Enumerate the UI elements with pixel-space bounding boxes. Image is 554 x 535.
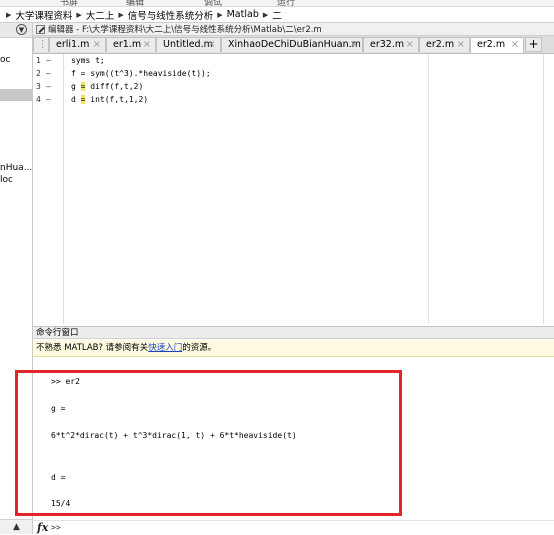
- right-margin-line: [428, 54, 429, 324]
- code-line[interactable]: g = diff(f,t,2): [71, 82, 143, 91]
- tab-label: er32.m: [370, 39, 405, 50]
- code-line[interactable]: f = sym((t^3).*heaviside(t));: [71, 69, 211, 78]
- close-icon[interactable]: ×: [406, 38, 414, 52]
- toolbar-strip: 书屏 编辑 调试 运行: [0, 0, 554, 7]
- close-icon[interactable]: ×: [93, 38, 101, 52]
- close-icon[interactable]: ×: [208, 38, 216, 52]
- line-number: 3–: [36, 82, 51, 91]
- line-number: 2–: [36, 69, 51, 78]
- panel-menu-icon[interactable]: ▼: [16, 24, 27, 35]
- tab-label: er2.m: [426, 39, 455, 50]
- chevron-right-icon: ▶: [76, 10, 82, 19]
- tab-label: Untitled.m: [163, 39, 213, 50]
- tab-label: XinhaoDeChiDuBianHuan.m: [228, 39, 361, 50]
- command-prompt[interactable]: >>: [51, 523, 61, 532]
- chevron-right-icon: ▶: [262, 10, 269, 19]
- tab-er2[interactable]: er2.m ×: [419, 37, 470, 52]
- line-number-gutter: 1– 2– 3– 4–: [33, 54, 64, 324]
- panel-header: ▼: [0, 23, 32, 38]
- file-item[interactable]: loc: [0, 175, 13, 185]
- chevron-right-icon: ▶: [217, 10, 223, 19]
- editor-scrollbar[interactable]: [543, 54, 554, 324]
- command-prompt-bar[interactable]: fx >>: [33, 520, 554, 535]
- line-number: 4–: [36, 95, 51, 104]
- editor-title-bar: 编辑器 - F:\大学课程资料\大二上\信号与线性系统分析\Matlab\二\e…: [33, 23, 554, 36]
- command-window-title: 命令行窗口: [33, 326, 554, 339]
- function-browser-icon[interactable]: fx: [37, 521, 48, 534]
- toolbar-label: 调试: [204, 0, 223, 7]
- breadcrumb-item[interactable]: 大二上: [86, 8, 115, 22]
- tab-er32[interactable]: er32.m ×: [363, 37, 419, 52]
- panel-footer: ▲: [0, 519, 32, 534]
- chevron-up-icon[interactable]: ▲: [13, 522, 20, 532]
- line-number: 1–: [36, 56, 51, 65]
- banner-text: 的资源。: [182, 343, 217, 353]
- file-item-selected[interactable]: [0, 89, 32, 101]
- code-editor[interactable]: 1– 2– 3– 4– syms t; f = sym((t^3).*heavi…: [33, 54, 554, 324]
- tab-er1[interactable]: er1.m ×: [106, 37, 156, 52]
- tab-label: erli1.m: [56, 39, 90, 50]
- editor-icon: [36, 24, 45, 34]
- getting-started-banner: 不熟悉 MATLAB? 请参阅有关快速入门的资源。: [33, 340, 554, 357]
- code-line[interactable]: d = int(f,t,1,2): [71, 95, 148, 104]
- banner-text: 不熟悉 MATLAB? 请参阅有关: [36, 343, 149, 353]
- editor-title: 编辑器 - F:\大学课程资料\大二上\信号与线性系统分析\Matlab\二\e…: [48, 25, 322, 35]
- chevron-right-icon: ▶: [118, 10, 124, 19]
- close-icon[interactable]: ×: [511, 38, 519, 52]
- quick-start-link[interactable]: 快速入门: [148, 343, 182, 353]
- annotation-box: [15, 370, 402, 516]
- tab-erli1[interactable]: erli1.m ×: [49, 37, 106, 52]
- close-icon[interactable]: ×: [143, 38, 151, 52]
- chevron-right-icon: ▶: [6, 10, 12, 19]
- tab-overflow[interactable]: ⋮: [33, 37, 49, 52]
- toolbar-label: 书屏: [60, 0, 79, 7]
- breadcrumb-item[interactable]: 大学课程资料: [15, 8, 72, 22]
- breadcrumb-item[interactable]: 二: [272, 8, 282, 22]
- file-item[interactable]: oc: [0, 55, 10, 65]
- breadcrumb: ▶ 大学课程资料 ▶ 大二上 ▶ 信号与线性系统分析 ▶ Matlab ▶ 二: [0, 7, 554, 23]
- editor-tab-bar: ⋮ erli1.m × er1.m × Untitled.m × XinhaoDeCh…: [33, 36, 554, 54]
- tab-label: er2.m: [477, 39, 506, 50]
- close-icon[interactable]: ×: [457, 38, 465, 52]
- toolbar-label: 编辑: [126, 0, 145, 7]
- add-tab-button[interactable]: +: [525, 37, 542, 52]
- file-item[interactable]: nHua...: [0, 163, 32, 173]
- tab-untitled[interactable]: Untitled.m ×: [156, 37, 221, 52]
- tab-label: er1.m: [113, 39, 142, 50]
- tab-er2-active[interactable]: er2.m ×: [470, 37, 524, 53]
- breadcrumb-item[interactable]: Matlab: [227, 9, 259, 20]
- code-line[interactable]: syms t;: [71, 56, 105, 65]
- close-icon[interactable]: ×: [350, 38, 358, 52]
- tab-xinhaodechidubianhuan[interactable]: XinhaoDeChiDuBianHuan.m ×: [221, 37, 363, 52]
- breadcrumb-item[interactable]: 信号与线性系统分析: [128, 8, 214, 22]
- toolbar-label: 运行: [277, 0, 296, 7]
